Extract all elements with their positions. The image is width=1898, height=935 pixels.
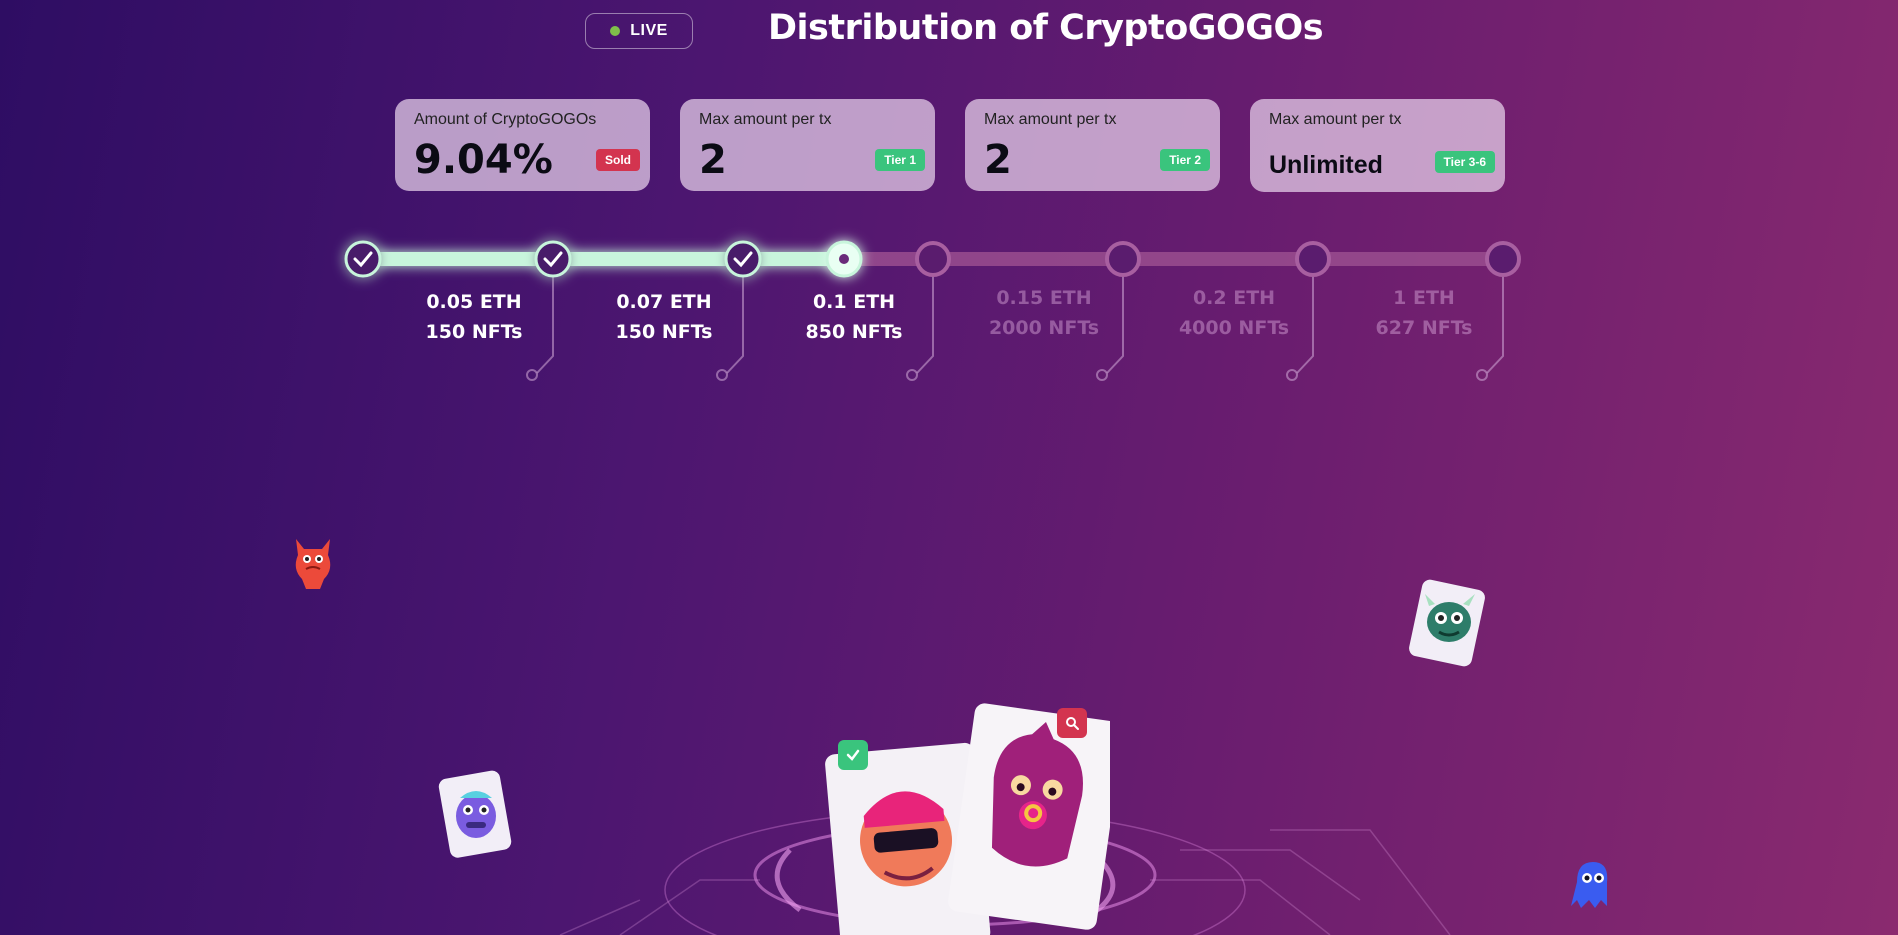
node-upcoming [1105,241,1141,277]
tier-badge: Tier 3-6 [1434,151,1495,173]
sold-badge: Sold [596,149,640,171]
track-active [362,252,846,266]
tier-price: 0.2 ETH [1192,287,1276,309]
live-indicator[interactable]: LIVE [585,13,693,49]
track-inactive [842,252,1502,266]
tier-amount: 850 NFTs [805,321,903,343]
card-value: 9.04% [414,137,553,183]
orange-monster-mascot [295,539,331,589]
tier-price: 0.07 ETH [616,291,712,313]
tier-amount: 150 NFTs [615,321,713,343]
card-tier-1: Max amount per tx 2 Tier 1 [680,99,935,191]
check-icon [838,740,868,770]
node-completed [344,240,382,278]
tile-mascot-blue [438,770,512,858]
card-value: 2 [699,137,727,183]
tier-label-1: 0.05 ETH 150 NFTs [404,287,544,347]
blue-ghost-mascot [1571,862,1608,908]
node-completed [724,240,762,278]
tier-price: 0.05 ETH [426,291,522,313]
tier-amount: 150 NFTs [425,321,523,343]
tier-label-5: 0.2 ETH 4000 NFTs [1164,283,1304,343]
card-label: Max amount per tx [699,111,832,128]
tier-badge: Tier 1 [875,149,925,171]
tier-price: 1 ETH [1393,287,1455,309]
magnifier-icon[interactable] [1057,708,1087,738]
tier-label-6: 1 ETH 627 NFTs [1354,283,1494,343]
tier-label-2: 0.07 ETH 150 NFTs [594,287,734,347]
page-title: Distribution of CryptoGOGOs [768,8,1324,48]
card-label: Max amount per tx [1269,111,1402,128]
tier-price: 0.1 ETH [812,291,896,313]
node-upcoming [915,241,951,277]
tier-amount: 4000 NFTs [1178,317,1290,339]
node-upcoming [1295,241,1331,277]
node-upcoming [1485,241,1521,277]
live-label: LIVE [630,22,668,39]
node-completed [534,240,572,278]
tier-badge: Tier 2 [1160,149,1210,171]
card-label: Amount of CryptoGOGOs [414,111,597,128]
card-value: 2 [984,137,1012,183]
tier-label-3: 0.1 ETH 850 NFTs [784,287,924,347]
tier-amount: 2000 NFTs [988,317,1100,339]
tile-mascot-green [1409,579,1485,667]
card-value: Unlimited [1269,151,1383,179]
tier-label-4: 0.15 ETH 2000 NFTs [974,283,1114,343]
tier-amount: 627 NFTs [1375,317,1473,339]
card-tier-3-6: Max amount per tx Unlimited Tier 3-6 [1250,99,1505,192]
card-tier-2: Max amount per tx 2 Tier 2 [965,99,1220,191]
live-dot-icon [610,26,621,36]
card-amount-sold: Amount of CryptoGOGOs 9.04% Sold [395,99,650,191]
node-current [825,240,863,278]
card-label: Max amount per tx [984,111,1117,128]
tier-price: 0.15 ETH [996,287,1092,309]
